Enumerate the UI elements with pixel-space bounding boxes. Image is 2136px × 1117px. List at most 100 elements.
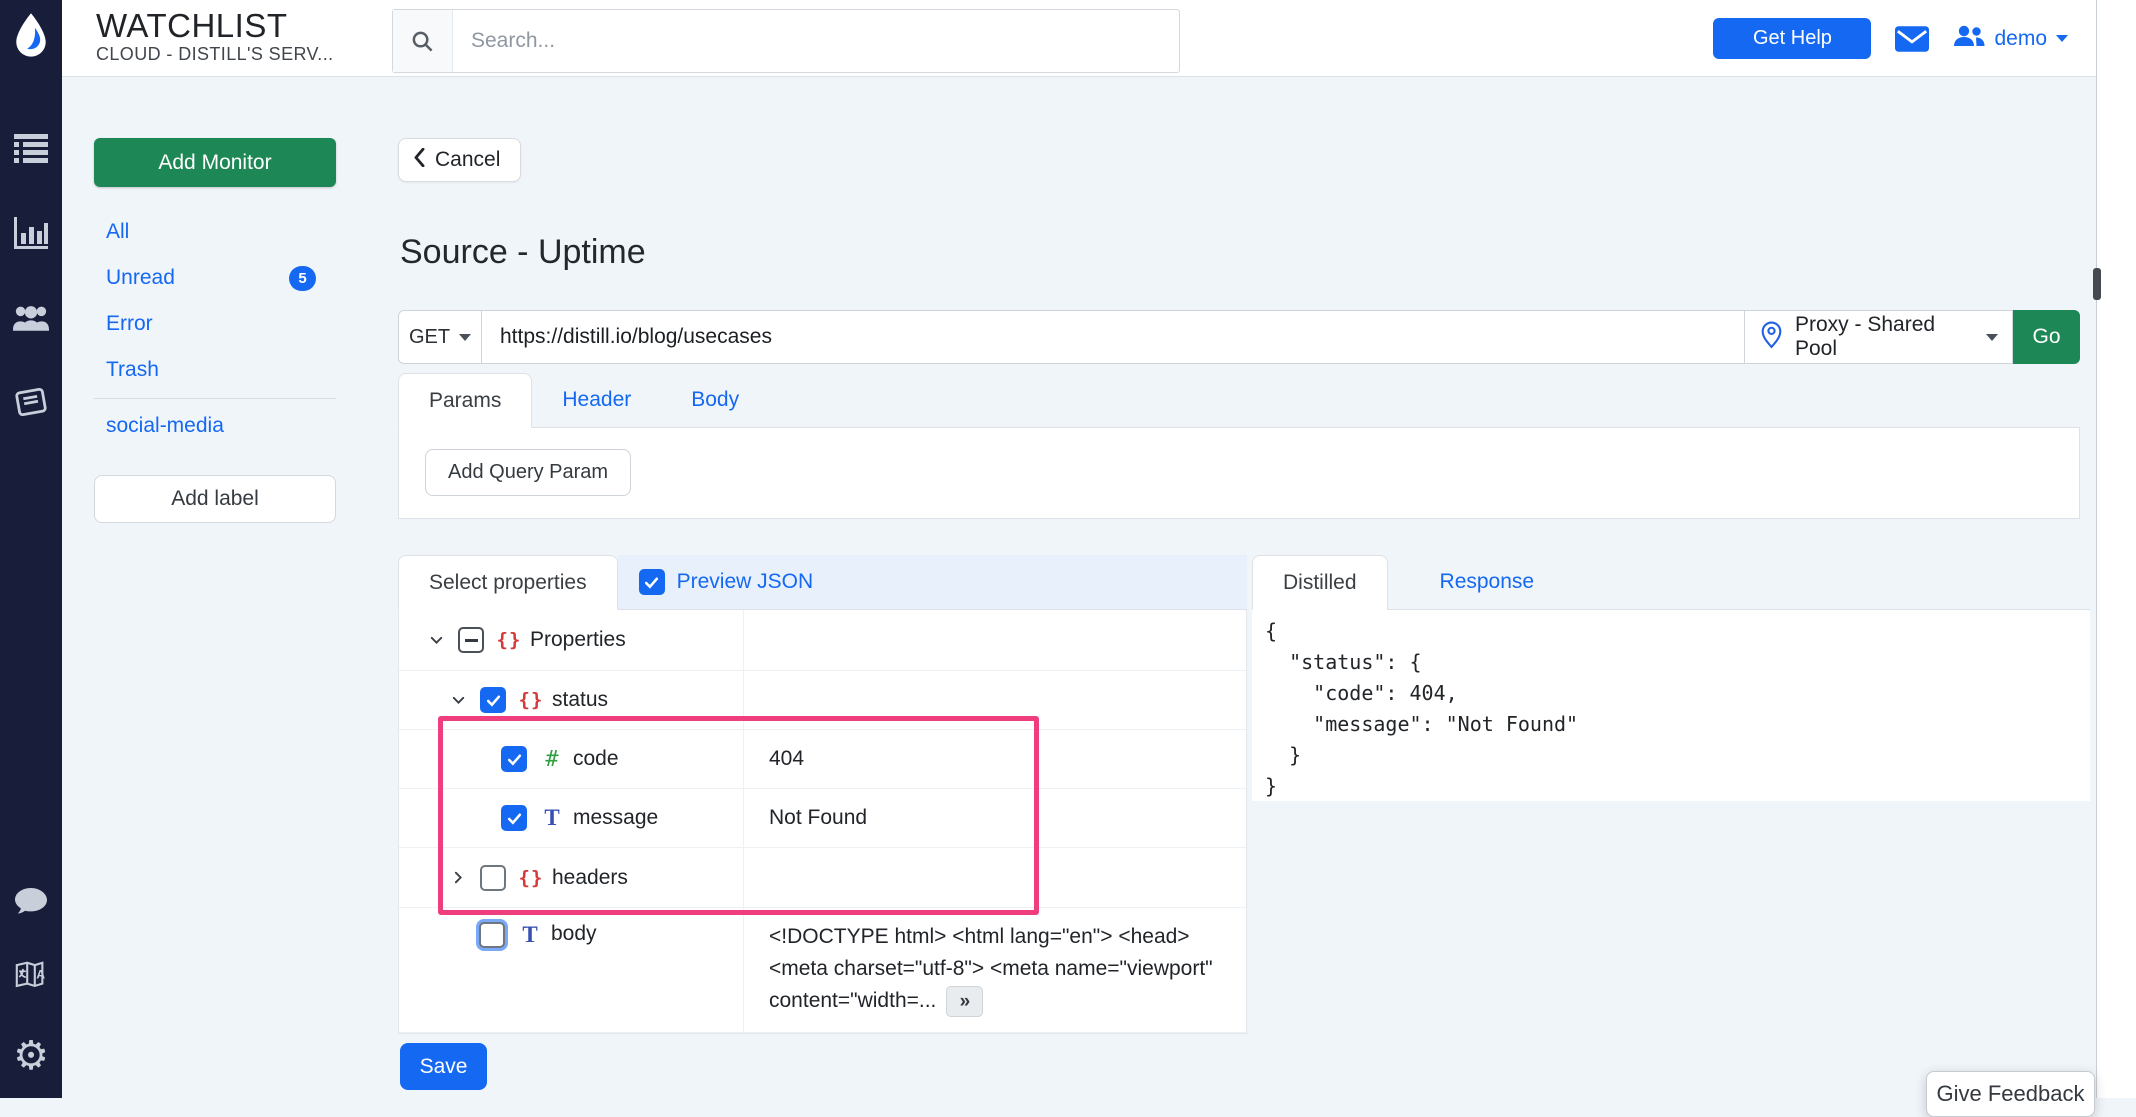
preview-json-toggle[interactable]: Preview JSON — [618, 555, 1247, 609]
app-title: WATCHLIST — [96, 7, 334, 44]
add-query-param-button[interactable]: Add Query Param — [425, 449, 631, 496]
tab-params[interactable]: Params — [398, 373, 532, 428]
tab-body[interactable]: Body — [661, 373, 769, 427]
params-panel: Add Query Param — [398, 428, 2080, 519]
body-preview-text: <!DOCTYPE html> <html lang="en"> <head> … — [769, 925, 1213, 1012]
request-tabs: Params Header Body — [398, 373, 2080, 428]
object-type-icon: {} — [494, 629, 524, 651]
chevron-down-icon[interactable] — [427, 632, 445, 649]
tree-value: <!DOCTYPE html> <html lang="en"> <head> … — [744, 908, 1246, 1032]
sidebar-item-all[interactable]: All — [94, 209, 336, 255]
chevron-down-icon[interactable] — [449, 692, 467, 709]
code-checkbox[interactable] — [501, 746, 527, 772]
properties-panel: Select properties Preview JSON {} Proper… — [398, 555, 1247, 1034]
username: demo — [1994, 27, 2047, 51]
distilled-json-preview: { "status": { "code": 404, "message": "N… — [1252, 610, 2090, 801]
cancel-button[interactable]: Cancel — [398, 138, 521, 182]
reports-chart-icon[interactable] — [13, 215, 49, 251]
sidebar-item-label: All — [106, 220, 129, 244]
sidebar-divider — [94, 398, 336, 399]
chevron-down-icon — [1986, 334, 1998, 341]
expand-value-button[interactable]: » — [946, 986, 983, 1017]
mail-icon[interactable] — [1895, 26, 1929, 52]
body-checkbox[interactable] — [479, 922, 505, 948]
search-input[interactable] — [453, 10, 1179, 72]
give-feedback-button[interactable]: Give Feedback — [1926, 1071, 2095, 1117]
add-label-button[interactable]: Add label — [94, 475, 336, 523]
translate-language-icon[interactable]: A — [13, 958, 49, 994]
sidebar-item-label: Trash — [106, 358, 159, 382]
chevron-left-icon — [413, 148, 426, 173]
monitors-list-icon[interactable] — [13, 130, 49, 166]
sidebar-item-trash[interactable]: Trash — [94, 347, 336, 393]
result-panel: Distilled Response { "status": { "code":… — [1252, 555, 2090, 801]
preview-json-checkbox[interactable] — [639, 569, 665, 595]
text-type-icon: T — [537, 805, 567, 831]
tree-value — [744, 671, 1246, 729]
location-pin-icon — [1759, 320, 1784, 355]
browser-scrollbar[interactable] — [2096, 0, 2136, 1098]
http-method-dropdown[interactable]: GET — [398, 310, 482, 364]
user-menu[interactable]: demo — [1953, 24, 2068, 54]
request-bar: GET Proxy - Shared Pool Go — [398, 310, 2080, 364]
tree-row-code: # code 404 — [399, 730, 1246, 789]
preview-json-label: Preview JSON — [677, 570, 814, 594]
result-tabs: Distilled Response — [1252, 555, 2090, 610]
proxy-label: Proxy - Shared Pool — [1795, 313, 1975, 361]
tree-label: Properties — [530, 628, 626, 652]
page-title: Source - Uptime — [400, 233, 646, 272]
sidebar-item-label: social-media — [106, 414, 224, 438]
unread-count-badge: 5 — [289, 266, 316, 291]
object-type-icon: {} — [516, 867, 546, 889]
distill-drop-logo[interactable] — [12, 12, 50, 60]
docs-book-icon[interactable] — [13, 384, 49, 420]
search-box — [392, 9, 1180, 73]
cancel-label: Cancel — [435, 148, 500, 172]
tab-response[interactable]: Response — [1410, 555, 1565, 609]
headers-checkbox[interactable] — [480, 865, 506, 891]
tab-header[interactable]: Header — [532, 373, 661, 427]
chevron-down-icon — [459, 334, 471, 341]
properties-checkbox-indeterminate[interactable] — [458, 627, 484, 653]
sidebar-label-social-media[interactable]: social-media — [94, 403, 336, 449]
brand: WATCHLIST CLOUD - DISTILL'S SERV... — [96, 7, 334, 65]
tree-value: Not Found — [744, 789, 1246, 847]
sidebar-item-error[interactable]: Error — [94, 301, 336, 347]
sidebar-nav: All Unread 5 Error Trash social-media — [94, 209, 336, 449]
get-help-button[interactable]: Get Help — [1713, 18, 1871, 59]
sidebar-item-label: Unread — [106, 266, 175, 290]
tree-label: status — [552, 688, 608, 712]
tree-label: headers — [552, 866, 628, 890]
url-input[interactable] — [482, 325, 1744, 349]
add-monitor-button[interactable]: Add Monitor — [94, 138, 336, 187]
main-content: Cancel Source - Uptime GET Proxy - Share… — [398, 105, 2090, 1098]
app-subtitle: CLOUD - DISTILL'S SERV... — [96, 44, 334, 65]
tree-value — [744, 848, 1246, 907]
app-rail: A ⚙ — [0, 0, 62, 1098]
tab-distilled[interactable]: Distilled — [1252, 555, 1388, 610]
topbar-actions: Get Help demo — [1713, 0, 2068, 77]
save-button[interactable]: Save — [400, 1043, 487, 1090]
proxy-dropdown[interactable]: Proxy - Shared Pool — [1745, 310, 2013, 364]
http-method-label: GET — [409, 326, 450, 349]
svg-text:A: A — [36, 967, 45, 981]
tree-label: code — [573, 747, 619, 771]
settings-gear-icon[interactable]: ⚙ — [13, 1038, 49, 1074]
tab-select-properties[interactable]: Select properties — [398, 555, 618, 610]
status-checkbox[interactable] — [480, 687, 506, 713]
chat-feedback-icon[interactable] — [13, 884, 49, 920]
search-icon — [393, 10, 453, 72]
tree-label: body — [551, 922, 597, 946]
users-group-icon[interactable] — [13, 300, 49, 336]
tree-value — [744, 610, 1246, 670]
scrollbar-thumb[interactable] — [2093, 268, 2101, 300]
message-checkbox[interactable] — [501, 805, 527, 831]
properties-tabs: Select properties Preview JSON — [398, 555, 1247, 610]
go-button[interactable]: Go — [2013, 310, 2080, 364]
user-group-icon — [1953, 24, 1985, 54]
sidebar-item-unread[interactable]: Unread 5 — [94, 255, 336, 301]
chevron-down-icon — [2056, 35, 2068, 42]
chevron-right-icon[interactable] — [449, 869, 467, 886]
tree-row-message: T message Not Found — [399, 789, 1246, 848]
tree-value: 404 — [744, 730, 1246, 788]
